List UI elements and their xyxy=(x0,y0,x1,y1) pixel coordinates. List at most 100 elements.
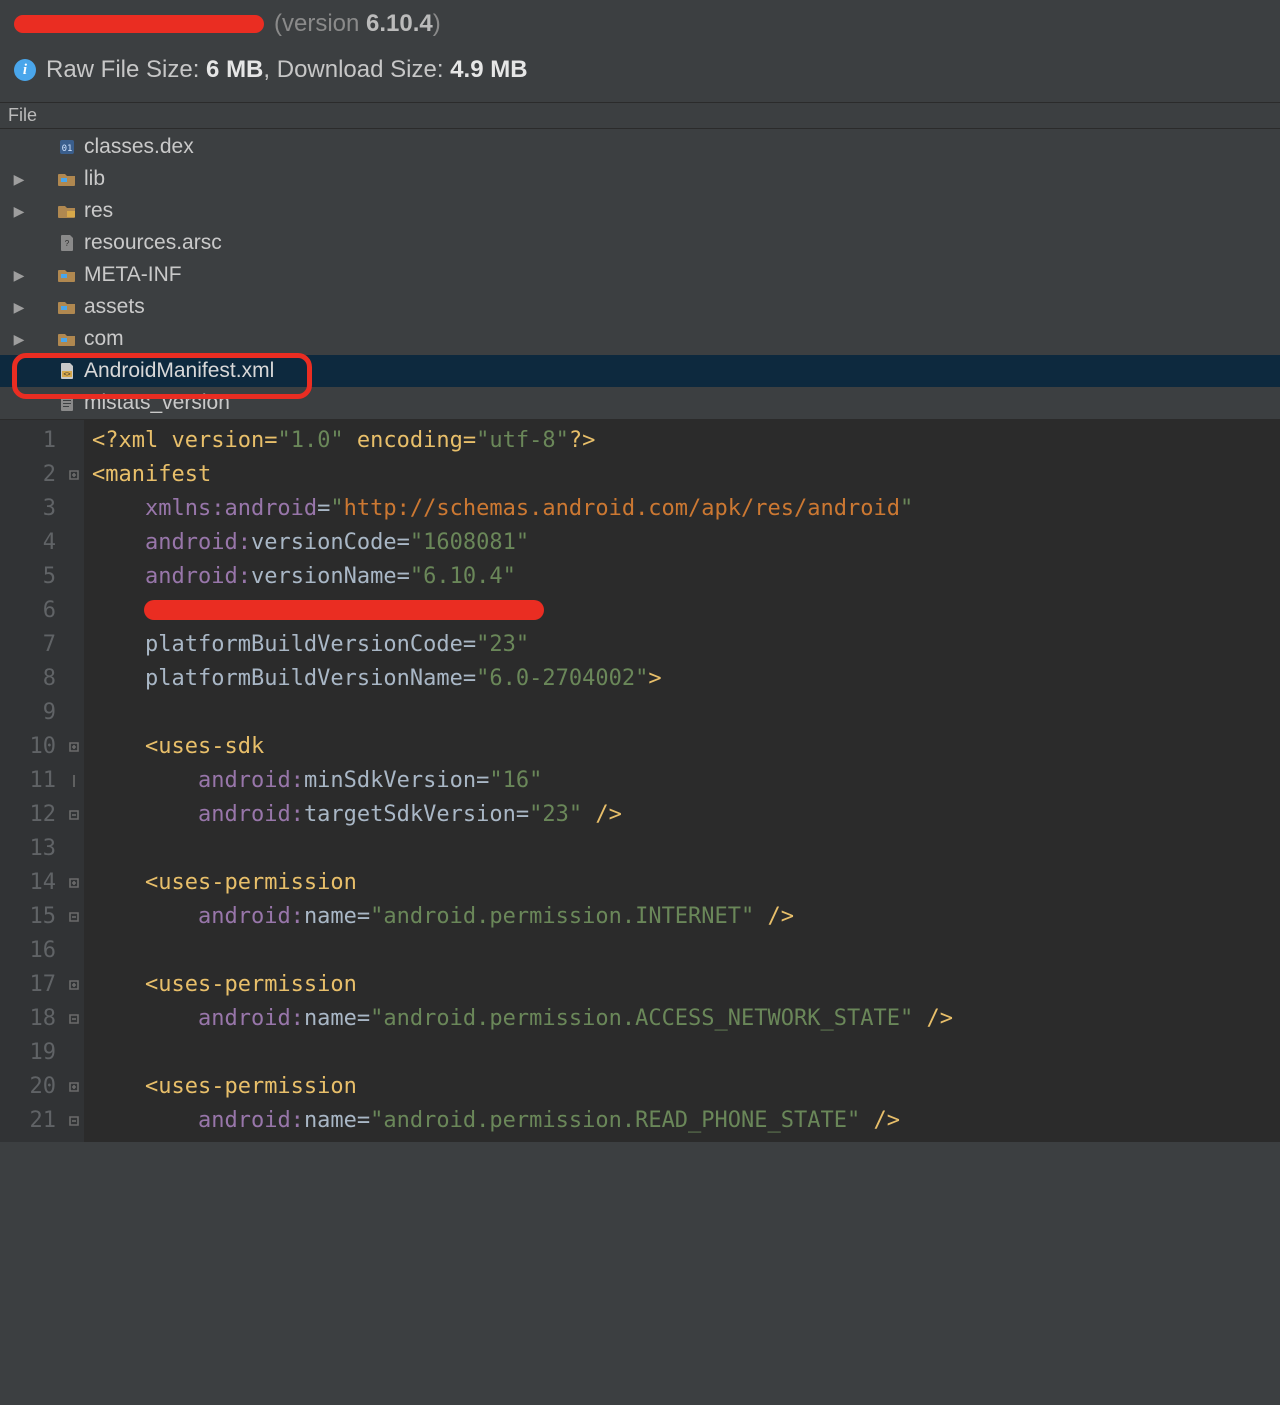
tree-item-androidmanifest-xml[interactable]: <>AndroidManifest.xml xyxy=(0,355,1280,387)
tree-item-label: mistats_version xyxy=(84,391,230,415)
code-line[interactable]: platformBuildVersionName="6.0-2704002"> xyxy=(92,662,1280,696)
fold-open-icon[interactable] xyxy=(64,968,84,1002)
tree-item-assets[interactable]: ▶assets xyxy=(0,291,1280,323)
code-line[interactable]: android:targetSdkVersion="23" /> xyxy=(92,798,1280,832)
code-line[interactable] xyxy=(92,594,1280,628)
code-line[interactable]: android:minSdkVersion="16" xyxy=(92,764,1280,798)
code-line[interactable]: android:versionCode="1608081" xyxy=(92,526,1280,560)
apk-version-label: (version 6.10.4) xyxy=(274,10,441,38)
file-tree[interactable]: 01classes.dex▶lib▶res?resources.arsc▶MET… xyxy=(0,129,1280,419)
line-number: 10 xyxy=(0,730,56,764)
code-line[interactable]: <uses-sdk xyxy=(92,730,1280,764)
code-editor[interactable]: 123456789101112131415161718192021 <?xml … xyxy=(0,419,1280,1142)
line-number: 9 xyxy=(0,696,56,730)
code-token: <uses-permission xyxy=(145,1074,357,1099)
fold-open-icon[interactable] xyxy=(64,730,84,764)
tree-item-lib[interactable]: ▶lib xyxy=(0,163,1280,195)
version-suffix: ) xyxy=(433,10,441,37)
code-line[interactable] xyxy=(92,696,1280,730)
chevron-right-icon[interactable]: ▶ xyxy=(10,331,28,348)
code-line[interactable]: android:name="android.permission.READ_PH… xyxy=(92,1104,1280,1138)
fold-mid-icon[interactable] xyxy=(64,764,84,798)
fold-spacer xyxy=(64,1036,84,1070)
tree-item-res[interactable]: ▶ res xyxy=(0,195,1280,227)
code-token: "android.permission.INTERNET" xyxy=(370,904,754,929)
code-line[interactable] xyxy=(92,934,1280,968)
text-icon xyxy=(56,394,78,412)
tree-item-mistats-version[interactable]: mistats_version xyxy=(0,387,1280,419)
line-number: 16 xyxy=(0,934,56,968)
code-line[interactable]: <?xml version="1.0" encoding="utf-8"?> xyxy=(92,424,1280,458)
fold-close-icon[interactable] xyxy=(64,1104,84,1138)
code-line[interactable]: <uses-permission xyxy=(92,866,1280,900)
tree-item-meta-inf[interactable]: ▶META-INF xyxy=(0,259,1280,291)
fold-gutter[interactable] xyxy=(64,420,84,1142)
code-line[interactable] xyxy=(92,1036,1280,1070)
code-viewport[interactable]: <?xml version="1.0" encoding="utf-8"?> <m… xyxy=(84,420,1280,1142)
code-token: /> xyxy=(754,904,794,929)
tree-item-resources-arsc[interactable]: ?resources.arsc xyxy=(0,227,1280,259)
folder-icon xyxy=(56,266,78,284)
size-sep: , xyxy=(263,56,276,83)
tree-column-header[interactable]: File xyxy=(0,102,1280,129)
code-token: > xyxy=(648,666,661,691)
code-token: "android.permission.READ_PHONE_STATE" xyxy=(370,1108,860,1133)
fold-close-icon[interactable] xyxy=(64,798,84,832)
code-token: "1.0" xyxy=(277,428,343,453)
code-token: <? xyxy=(92,428,119,453)
code-token: <uses-sdk xyxy=(145,734,264,759)
code-token xyxy=(92,768,198,793)
code-line[interactable]: android:versionName="6.10.4" xyxy=(92,560,1280,594)
apk-size-line: i Raw File Size: 6 MB, Download Size: 4.… xyxy=(14,56,1266,84)
chevron-right-icon[interactable]: ▶ xyxy=(10,203,28,220)
download-size-value: 4.9 MB xyxy=(450,56,527,83)
code-token: <uses-permission xyxy=(145,972,357,997)
code-line[interactable]: <manifest xyxy=(92,458,1280,492)
fold-spacer xyxy=(64,594,84,628)
chevron-right-icon[interactable]: ▶ xyxy=(10,267,28,284)
code-token xyxy=(92,564,145,589)
code-token: http://schemas.android.com/apk/res/andro… xyxy=(344,496,900,521)
tree-item-classes-dex[interactable]: 01classes.dex xyxy=(0,131,1280,163)
code-token: android: xyxy=(198,1006,304,1031)
code-token xyxy=(92,904,198,929)
code-token: versionName xyxy=(251,564,397,589)
code-token: = xyxy=(463,632,476,657)
code-line[interactable]: <uses-permission xyxy=(92,1070,1280,1104)
code-token: = xyxy=(357,1006,370,1031)
code-token: = xyxy=(317,496,330,521)
code-token: = xyxy=(357,904,370,929)
chevron-right-icon[interactable]: ▶ xyxy=(10,299,28,316)
tree-item-label: res xyxy=(84,199,113,223)
code-line[interactable]: <uses-permission xyxy=(92,968,1280,1002)
code-token: /> xyxy=(582,802,622,827)
app-root: (version 6.10.4) i Raw File Size: 6 MB, … xyxy=(0,0,1280,1405)
fold-open-icon[interactable] xyxy=(64,866,84,900)
code-token: /> xyxy=(860,1108,900,1133)
code-token: xml version= xyxy=(119,428,278,453)
code-token: <manifest xyxy=(92,462,211,487)
code-token: android: xyxy=(198,1108,304,1133)
tree-item-com[interactable]: ▶com xyxy=(0,323,1280,355)
svg-text:<>: <> xyxy=(63,372,71,378)
chevron-right-icon[interactable]: ▶ xyxy=(10,171,28,188)
code-token xyxy=(92,734,145,759)
code-line[interactable]: android:name="android.permission.INTERNE… xyxy=(92,900,1280,934)
code-token: "16" xyxy=(489,768,542,793)
folder-icon xyxy=(56,330,78,348)
line-number: 18 xyxy=(0,1002,56,1036)
code-token xyxy=(92,496,145,521)
code-line[interactable]: android:name="android.permission.ACCESS_… xyxy=(92,1002,1280,1036)
code-token: android: xyxy=(198,904,304,929)
code-line[interactable]: platformBuildVersionCode="23" xyxy=(92,628,1280,662)
line-number: 19 xyxy=(0,1036,56,1070)
fold-close-icon[interactable] xyxy=(64,900,84,934)
fold-close-icon[interactable] xyxy=(64,1002,84,1036)
line-number: 3 xyxy=(0,492,56,526)
fold-open-icon[interactable] xyxy=(64,1070,84,1104)
code-token xyxy=(92,802,198,827)
code-line[interactable]: xmlns:android="http://schemas.android.co… xyxy=(92,492,1280,526)
fold-open-icon[interactable] xyxy=(64,458,84,492)
code-token xyxy=(92,632,145,657)
code-line[interactable] xyxy=(92,832,1280,866)
